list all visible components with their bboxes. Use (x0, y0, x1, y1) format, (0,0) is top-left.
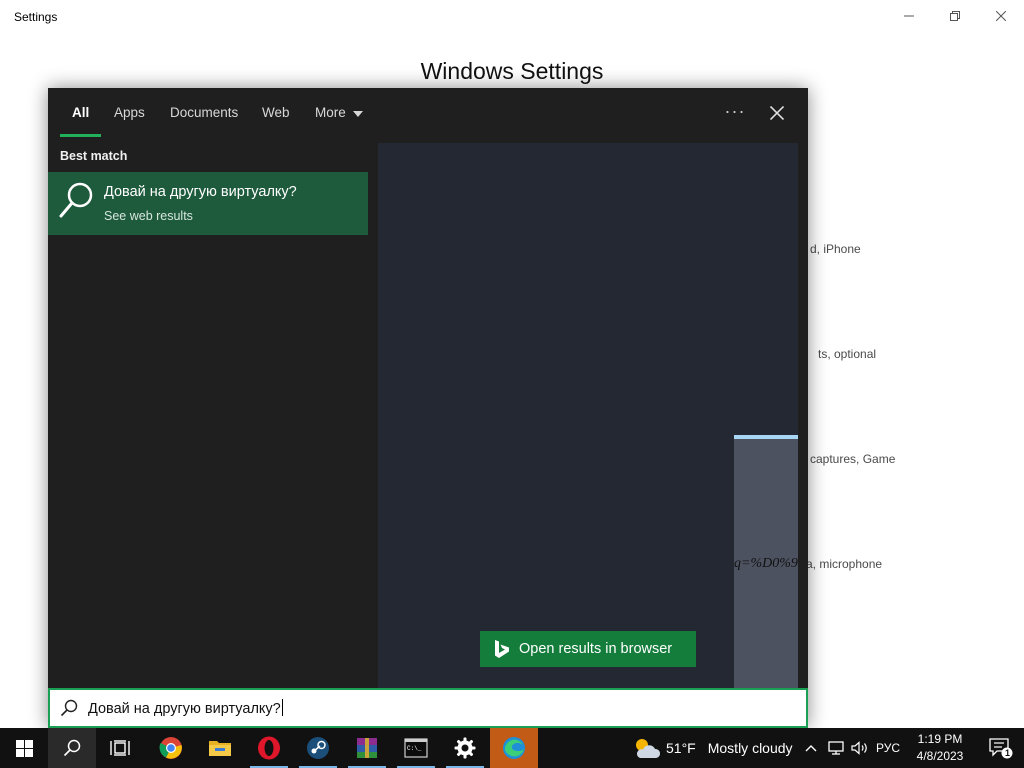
task-view-button[interactable] (96, 728, 144, 768)
notification-count: 1 (1005, 748, 1011, 758)
start-button[interactable] (0, 728, 48, 768)
overlay-highlight (734, 435, 798, 439)
category-description: ts, optional (818, 347, 877, 361)
action-center-button[interactable]: 1 (978, 728, 1024, 768)
clock-time: 1:19 PM (917, 732, 963, 746)
clock-date: 4/8/2023 (916, 749, 964, 763)
tab-apps[interactable]: Apps (114, 105, 145, 120)
bing-icon (495, 640, 509, 658)
steam-icon (307, 737, 329, 759)
taskbar-winrar[interactable] (343, 728, 391, 768)
search-flyout: All Apps Documents Web More ··· Best mat… (48, 88, 808, 728)
search-query-text: Довай на другую виртуалку? (88, 701, 281, 717)
input-language-button[interactable]: РУС (874, 728, 902, 768)
result-title: Довай на другую виртуалку? (104, 184, 297, 200)
search-tabs: All Apps Documents Web More ··· (48, 88, 808, 140)
text-caret (281, 699, 283, 716)
search-icon (63, 739, 81, 757)
search-icon (60, 699, 78, 717)
taskbar: C:\_ 51°F Mostly cloudy РУС 1:19 PM 4/8/… (0, 728, 1024, 768)
results-pane: Best match Довай на другую виртуалку? Se… (48, 143, 368, 688)
search-query: Довай на другую виртуалку? (88, 699, 283, 717)
minimize-button[interactable] (886, 0, 932, 32)
tab-documents[interactable]: Documents (170, 105, 238, 120)
terminal-icon: C:\_ (404, 738, 428, 758)
taskbar-search-button[interactable] (48, 728, 96, 768)
active-tab-indicator (60, 134, 101, 137)
edge-icon (503, 737, 525, 759)
start-icon (15, 739, 33, 757)
chrome-icon (159, 737, 182, 759)
chevron-down-icon (353, 111, 363, 117)
taskbar-steam[interactable] (294, 728, 342, 768)
taskbar-file-explorer[interactable] (196, 728, 244, 768)
network-button[interactable] (824, 728, 848, 768)
opera-icon (258, 736, 280, 760)
category-description: d, iPhone (810, 242, 861, 256)
close-flyout-button[interactable] (762, 98, 792, 128)
taskbar-settings[interactable] (441, 728, 489, 768)
best-match-result[interactable]: Довай на другую виртуалку? See web resul… (48, 172, 368, 235)
open-in-browser-label: Open results in browser (519, 641, 673, 657)
page-title: Windows Settings (420, 58, 604, 84)
more-options-button[interactable]: ··· (720, 98, 750, 128)
network-icon (828, 741, 844, 755)
show-hidden-icons-button[interactable] (800, 728, 822, 768)
url-fragment: q=%D0%9 (734, 556, 798, 571)
file-explorer-icon (209, 741, 231, 756)
winrar-icon (357, 738, 377, 758)
tab-more[interactable]: More (315, 105, 346, 120)
window-title: Settings (14, 10, 58, 24)
speaker-icon (851, 741, 867, 755)
svg-text:C:\_: C:\_ (407, 745, 422, 752)
close-icon (996, 11, 1006, 21)
settings-titlebar: Settings (0, 0, 1024, 32)
restore-button[interactable] (932, 0, 978, 32)
category-description: a, microphone (806, 557, 883, 571)
task-view-icon (110, 740, 130, 756)
partly-cloudy-icon (636, 739, 660, 758)
tab-all[interactable]: All (72, 105, 89, 120)
weather-temperature: 51°F (666, 740, 696, 756)
clock[interactable]: 1:19 PM 4/8/2023 (900, 731, 980, 765)
preview-pane: q=%D0%9 Open results in browser (378, 143, 798, 688)
chevron-up-icon (805, 745, 817, 752)
taskbar-edge[interactable] (490, 728, 538, 768)
close-window-button[interactable] (978, 0, 1024, 32)
weather-condition: Mostly cloudy (707, 740, 793, 756)
volume-button[interactable] (848, 728, 872, 768)
taskbar-terminal[interactable]: C:\_ (392, 728, 440, 768)
open-in-browser-button[interactable]: Open results in browser (480, 631, 696, 667)
ellipsis-icon: ··· (724, 101, 746, 121)
minimize-icon (904, 15, 914, 17)
search-icon (59, 182, 93, 218)
restore-icon (950, 11, 960, 21)
search-input[interactable]: Довай на другую виртуалку? (48, 688, 808, 728)
input-language: РУС (875, 741, 901, 755)
tab-web[interactable]: Web (262, 105, 290, 120)
result-subtitle: See web results (104, 209, 193, 223)
taskbar-opera[interactable] (245, 728, 293, 768)
best-match-heading: Best match (60, 149, 128, 163)
settings-icon (454, 737, 476, 759)
taskbar-chrome[interactable] (147, 728, 195, 768)
weather-widget[interactable]: 51°F Mostly cloudy (632, 728, 793, 768)
category-description: captures, Game (810, 452, 896, 466)
close-icon (770, 106, 784, 120)
